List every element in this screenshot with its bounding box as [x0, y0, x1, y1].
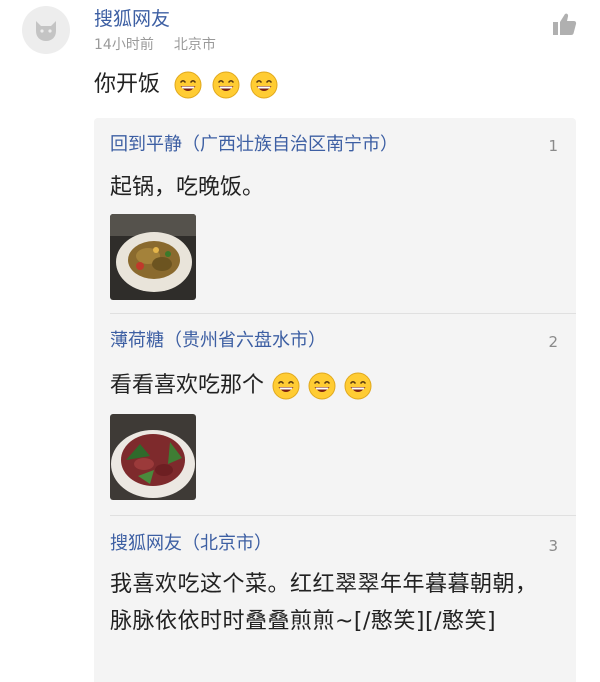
reply-image[interactable]	[110, 414, 196, 500]
reply-floor-number: 2	[548, 333, 558, 351]
dish-photo-icon	[110, 214, 196, 300]
grinning-face-emoji	[212, 71, 240, 99]
comment-body: 你开饭	[94, 70, 278, 100]
reply-author[interactable]: 回到平静（广西壮族自治区南宁市）	[110, 133, 398, 157]
reply-item: 薄荷糖（贵州省六盘水市） 2 看看喜欢吃那个	[110, 314, 576, 516]
reply-floor-number: 3	[548, 537, 558, 555]
grinning-face-emoji	[308, 372, 336, 400]
reply-emojis	[264, 368, 372, 404]
comment-text: 你开饭	[94, 72, 161, 97]
dish-photo-icon	[110, 414, 196, 500]
reply-author[interactable]: 薄荷糖（贵州省六盘水市）	[110, 329, 326, 353]
comment-emojis	[160, 70, 278, 100]
reply-floor-number: 1	[548, 137, 558, 155]
grinning-face-emoji	[344, 372, 372, 400]
reply-item: 搜狐网友（北京市） 3 我喜欢吃这个菜。红红翠翠年年暮暮朝朝，脉脉依依时时叠叠煎…	[110, 516, 560, 682]
comment-time: 14小时前	[94, 37, 154, 53]
reply-text: 看看喜欢吃那个	[110, 368, 372, 404]
user-avatar[interactable]	[22, 6, 70, 54]
replies-panel: 回到平静（广西壮族自治区南宁市） 1 起锅，吃晚饭。 薄荷糖（贵州省六盘水市） …	[94, 118, 576, 682]
comment-username[interactable]: 搜狐网友	[94, 8, 170, 30]
comment-location: 北京市	[173, 37, 216, 53]
reply-item: 回到平静（广西壮族自治区南宁市） 1 起锅，吃晚饭。	[110, 118, 576, 314]
reply-text-content: 我喜欢吃这个菜。红红翠翠年年暮暮朝朝，脉脉依依时时叠叠煎煎~[/憨笑][/憨笑]	[110, 572, 538, 634]
reply-text-content: 看看喜欢吃那个	[110, 373, 265, 398]
grinning-face-emoji	[174, 71, 202, 99]
thumbs-up-icon	[553, 13, 577, 35]
grinning-face-emoji	[250, 71, 278, 99]
reply-image[interactable]	[110, 214, 196, 300]
like-button[interactable]	[550, 10, 578, 38]
reply-text: 起锅，吃晚饭。	[110, 170, 264, 206]
grinning-face-emoji	[272, 372, 300, 400]
reply-author[interactable]: 搜狐网友（北京市）	[110, 532, 272, 556]
user-avatar-icon	[36, 21, 56, 41]
reply-text-content: 起锅，吃晚饭。	[110, 175, 265, 200]
comment-meta: 14小时前 北京市	[94, 36, 216, 54]
